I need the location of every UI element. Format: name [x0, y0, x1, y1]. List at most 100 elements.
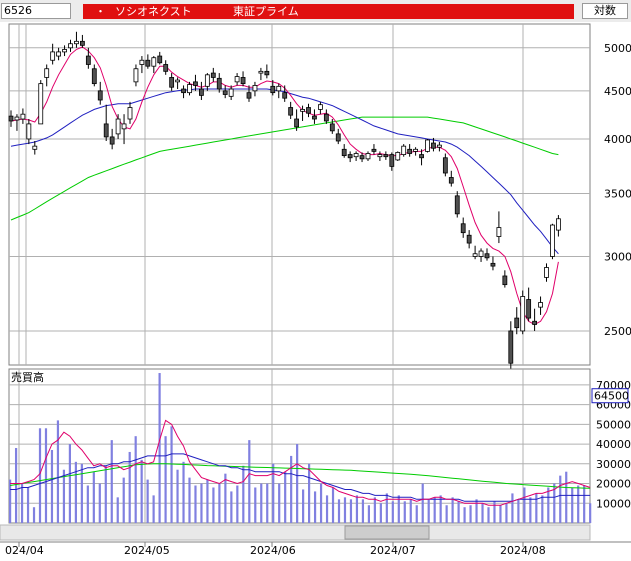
- candle-body: [26, 123, 32, 140]
- volume-bar: [158, 373, 161, 523]
- volume-bar: [433, 497, 436, 523]
- volume-bar: [355, 495, 359, 523]
- candle-body: [329, 123, 335, 132]
- candle-body: [294, 118, 300, 128]
- candle-body: [508, 330, 514, 364]
- candle-body: [276, 85, 282, 92]
- volume-bar: [481, 503, 484, 523]
- candle-body: [109, 136, 115, 145]
- volume-bar: [200, 483, 203, 523]
- candle-body: [442, 157, 448, 174]
- x-tick-label: 2024/07: [370, 544, 416, 557]
- candle-body: [56, 51, 61, 57]
- candle-body: [347, 154, 353, 159]
- volume-bar: [26, 487, 30, 523]
- candle-body: [139, 59, 145, 65]
- volume-bar: [517, 499, 520, 523]
- candle-body: [460, 223, 466, 234]
- candle-body: [216, 77, 222, 90]
- candle-body: [8, 115, 14, 122]
- candle-body: [187, 84, 192, 94]
- price-tick-label: 4500: [604, 85, 631, 98]
- volume-bar: [367, 505, 370, 523]
- volume-bar: [541, 495, 544, 523]
- candle-body: [258, 70, 264, 74]
- candle-body: [264, 70, 270, 76]
- candle-body: [407, 148, 413, 154]
- volume-bar: [140, 459, 143, 523]
- candle-body: [14, 116, 20, 121]
- volume-bar: [409, 499, 412, 523]
- volume-bar: [236, 485, 239, 523]
- volume-bar: [379, 503, 382, 523]
- candle-body: [371, 148, 377, 152]
- x-tick-label: 024/04: [5, 544, 44, 557]
- volume-bar: [194, 485, 197, 523]
- volume-bar: [170, 426, 173, 523]
- volume-bar: [559, 475, 562, 523]
- candle-body: [520, 296, 526, 332]
- volume-bar: [260, 483, 263, 523]
- volume-bar: [457, 501, 460, 523]
- volume-bar: [176, 469, 179, 523]
- volume-bar: [290, 455, 293, 523]
- volume-bar: [116, 497, 119, 523]
- candle-body: [50, 51, 56, 61]
- volume-bar: [451, 497, 454, 523]
- volume-bar: [20, 483, 24, 523]
- volume-bar: [152, 495, 155, 523]
- volume-bar: [523, 487, 526, 523]
- candle-body: [454, 195, 460, 215]
- volume-bar: [577, 485, 580, 523]
- volume-bar: [248, 440, 251, 523]
- candle-body: [538, 302, 543, 308]
- candle-body: [526, 299, 532, 319]
- volume-bar: [146, 479, 149, 523]
- volume-bar: [278, 483, 281, 523]
- volume-panel-frame: [8, 368, 591, 524]
- candle-body: [419, 154, 424, 159]
- volume-bar: [212, 487, 215, 523]
- candle-body: [359, 155, 365, 160]
- volume-bar: [62, 469, 66, 523]
- price-tick-label: 5000: [604, 42, 631, 55]
- candle-body: [198, 88, 204, 96]
- volume-panel-title: 売買高: [11, 370, 44, 384]
- volume-bar: [547, 487, 550, 523]
- candle-body: [157, 55, 163, 64]
- candle-body: [514, 317, 520, 329]
- volume-bar: [589, 503, 592, 523]
- candle-body: [425, 139, 430, 152]
- candle: [425, 138, 430, 153]
- volume-bar: [445, 505, 448, 523]
- volume-bar: [487, 507, 490, 523]
- volume-bar: [128, 451, 131, 523]
- volume-bar: [14, 448, 18, 523]
- volume-bar: [134, 436, 137, 523]
- volume-bar: [38, 428, 42, 523]
- volume-bar: [206, 479, 209, 523]
- volume-bar: [349, 499, 353, 523]
- volume-bar: [302, 489, 305, 523]
- scrollbar-thumb[interactable]: [344, 525, 430, 540]
- volume-bar: [242, 465, 245, 523]
- volume-bar: [98, 483, 101, 523]
- volume-bar: [266, 483, 269, 523]
- candle-body: [431, 142, 436, 149]
- candle-body: [234, 76, 240, 83]
- price-tick-label: 4000: [604, 133, 631, 146]
- volume-bar: [164, 436, 167, 523]
- volume-bar: [80, 463, 83, 523]
- candle-body: [436, 144, 442, 148]
- candle-body: [127, 107, 133, 120]
- volume-bar: [92, 471, 95, 523]
- candle-body: [490, 262, 496, 267]
- candle-body: [222, 90, 228, 95]
- volume-tick-label: 20000: [596, 478, 631, 491]
- volume-bar: [391, 501, 394, 523]
- candle-body: [532, 320, 537, 325]
- candle-body: [68, 43, 73, 49]
- candle-body: [240, 77, 246, 85]
- volume-bar: [403, 501, 406, 523]
- candle: [520, 290, 526, 335]
